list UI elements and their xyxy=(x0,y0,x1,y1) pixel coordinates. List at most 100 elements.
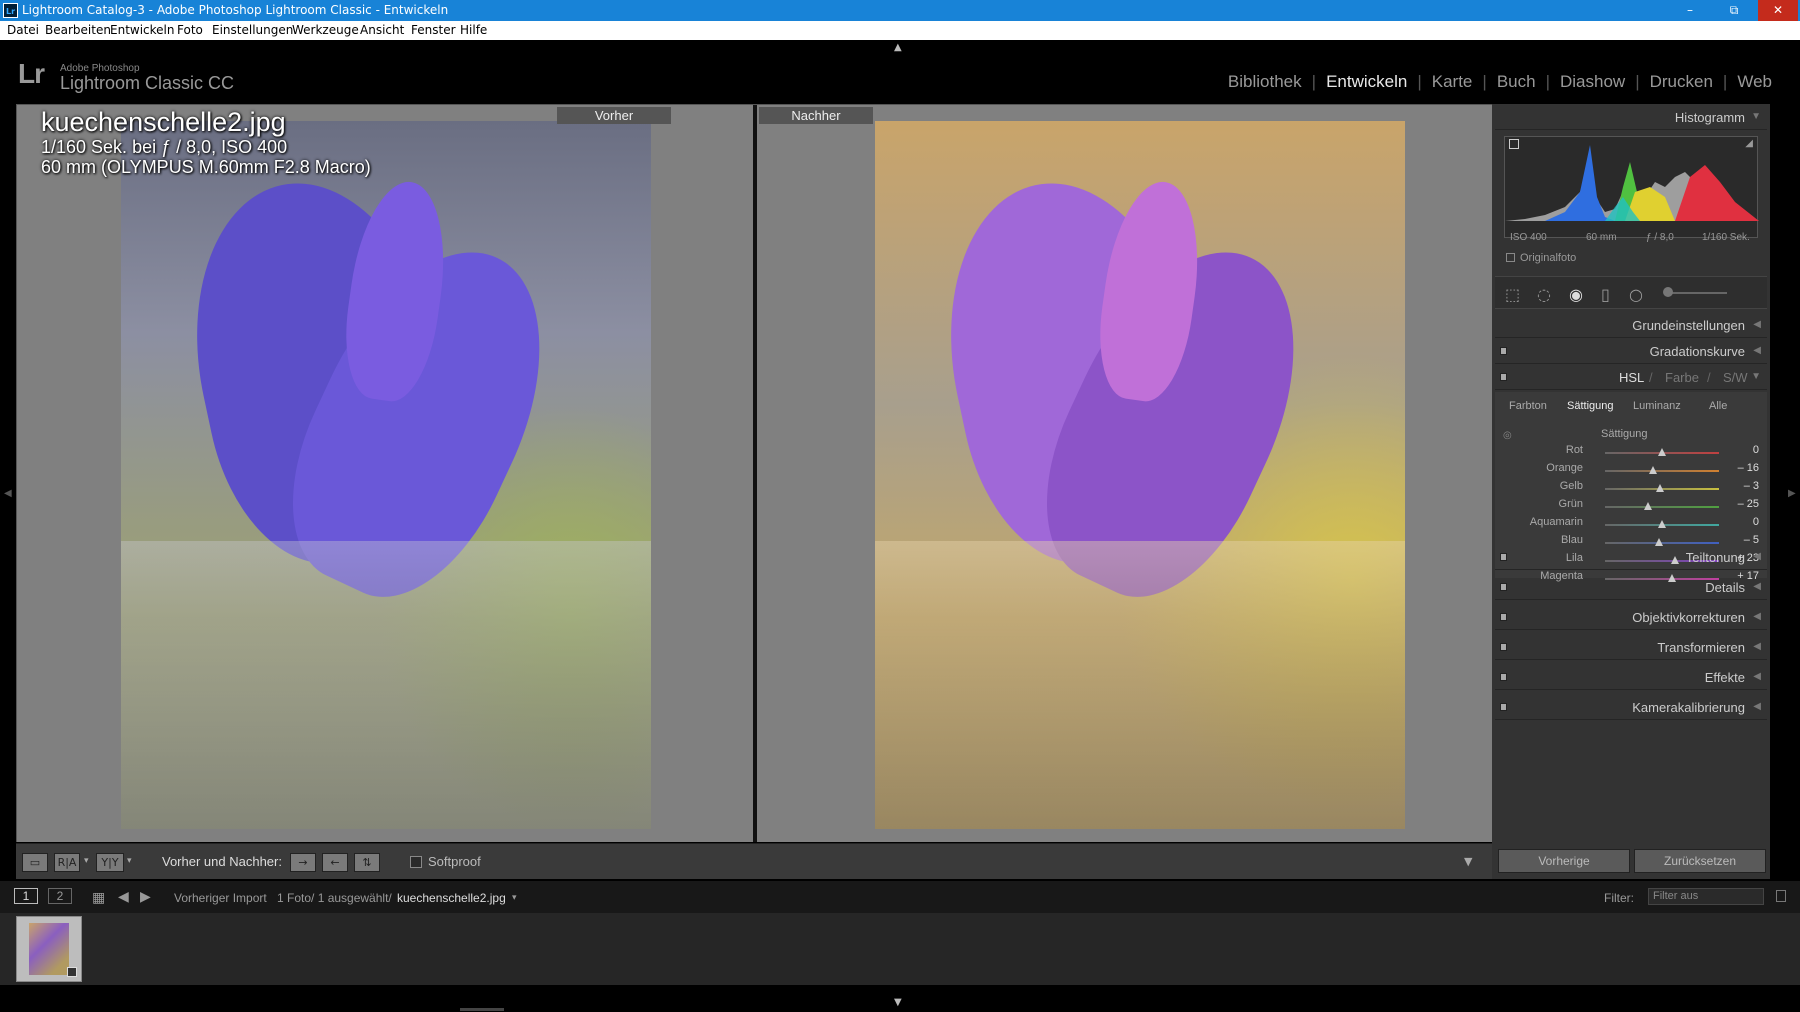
collapse-triangle-icon[interactable]: ▼ xyxy=(1751,371,1761,382)
panel-switch-icon[interactable] xyxy=(1500,673,1507,681)
hsl-sw[interactable]: S/W xyxy=(1723,370,1748,385)
slider-track[interactable] xyxy=(1605,484,1719,492)
slider-track[interactable] xyxy=(1605,502,1719,510)
graduated-filter-icon[interactable]: ▯ xyxy=(1601,285,1610,304)
expand-triangle-icon[interactable]: ◀ xyxy=(1753,345,1761,356)
slider-value[interactable]: – 16 xyxy=(1719,462,1759,474)
menu-werkzeuge[interactable]: Werkzeuge xyxy=(292,23,359,37)
reset-button[interactable]: Zurücksetzen xyxy=(1634,849,1766,873)
slider-value[interactable]: – 3 xyxy=(1719,480,1759,492)
menu-bearbeiten[interactable]: Bearbeiten xyxy=(45,23,111,37)
expand-triangle-icon[interactable]: ◀ xyxy=(1753,671,1761,682)
original-photo-checkbox[interactable] xyxy=(1506,253,1515,262)
expand-triangle-icon[interactable]: ◀ xyxy=(1753,701,1761,712)
filmstrip-source[interactable]: Vorheriger Import xyxy=(174,891,267,905)
section-kamerakalibrierung[interactable]: Kamerakalibrierung ◀ xyxy=(1495,694,1767,720)
expand-triangle-icon[interactable]: ◀ xyxy=(1753,551,1761,562)
original-photo-toggle[interactable]: Originalfoto xyxy=(1506,252,1576,264)
loupe-view-icon[interactable]: ▭ xyxy=(22,853,48,872)
hsl-farbe[interactable]: Farbe xyxy=(1665,370,1699,385)
section-objektivkorrekturen[interactable]: Objektivkorrekturen ◀ xyxy=(1495,604,1767,630)
right-panel-toggle-icon[interactable]: ▶ xyxy=(1788,488,1796,499)
swap-settings-icon[interactable]: ⇅ xyxy=(354,853,380,872)
section-transformieren[interactable]: Transformieren ◀ xyxy=(1495,634,1767,660)
menu-fenster[interactable]: Fenster xyxy=(411,23,456,37)
module-web[interactable]: Web xyxy=(1727,72,1782,92)
before-after-view-icon[interactable]: Y|Y xyxy=(96,853,124,872)
panel-switch-icon[interactable] xyxy=(1500,703,1507,711)
tab-alle[interactable]: Alle xyxy=(1709,400,1727,412)
filter-lock-icon[interactable] xyxy=(1776,890,1786,902)
section-hsl[interactable]: HSL / Farbe / S/W ▼ xyxy=(1495,364,1767,390)
highlight-clipping-icon[interactable]: ◢ xyxy=(1745,139,1753,149)
menu-einstellungen[interactable]: Einstellungen xyxy=(212,23,293,37)
module-entwickeln[interactable]: Entwickeln xyxy=(1316,72,1417,92)
module-diashow[interactable]: Diashow xyxy=(1550,72,1635,92)
histogram-header[interactable]: Histogramm ▼ xyxy=(1495,104,1767,130)
menu-ansicht[interactable]: Ansicht xyxy=(360,23,404,37)
dropdown-arrow-icon[interactable]: ▾ xyxy=(127,856,132,866)
expand-triangle-icon[interactable]: ◀ xyxy=(1753,641,1761,652)
filmstrip-thumbnail[interactable] xyxy=(16,916,82,982)
collapse-top-panel-icon[interactable]: ▲ xyxy=(894,42,902,53)
hsl-title[interactable]: HSL xyxy=(1619,370,1644,385)
filename-dropdown-icon[interactable]: ▾ xyxy=(512,892,517,903)
grid-view-icon[interactable]: ▦ xyxy=(92,889,105,906)
section-grundeinstellungen[interactable]: Grundeinstellungen ◀ xyxy=(1495,312,1767,338)
slider-knob[interactable] xyxy=(1648,466,1657,474)
back-arrow-icon[interactable]: ◀ xyxy=(118,888,129,905)
menu-hilfe[interactable]: Hilfe xyxy=(460,23,487,37)
previous-button[interactable]: Vorherige xyxy=(1498,849,1630,873)
section-gradationskurve[interactable]: Gradationskurve ◀ xyxy=(1495,338,1767,364)
copy-before-to-after-icon[interactable]: → xyxy=(290,853,316,872)
close-button[interactable]: ✕ xyxy=(1758,0,1798,21)
menu-foto[interactable]: Foto xyxy=(177,23,203,37)
minimize-button[interactable]: – xyxy=(1670,0,1710,21)
before-view[interactable]: Vorher kuechenschelle2.jpg 1/160 Sek. be… xyxy=(17,105,753,842)
dropdown-arrow-icon[interactable]: ▾ xyxy=(84,856,89,866)
section-details[interactable]: Details ◀ xyxy=(1495,574,1767,600)
reference-view-icon[interactable]: R|A xyxy=(54,853,80,872)
panel-switch-icon[interactable] xyxy=(1500,553,1507,561)
slider-value[interactable]: 0 xyxy=(1719,516,1759,528)
red-eye-icon[interactable]: ◉ xyxy=(1569,285,1583,304)
slider-track[interactable] xyxy=(1605,448,1719,456)
section-effekte[interactable]: Effekte ◀ xyxy=(1495,664,1767,690)
expand-triangle-icon[interactable]: ◀ xyxy=(1753,581,1761,592)
crop-tool-icon[interactable]: ⬚ xyxy=(1505,285,1520,304)
tab-luminanz[interactable]: Luminanz xyxy=(1633,400,1681,412)
filmstrip-scrollbar[interactable] xyxy=(460,1008,504,1011)
spot-removal-icon[interactable]: ◌ xyxy=(1537,285,1551,304)
module-buch[interactable]: Buch xyxy=(1487,72,1546,92)
panel-switch-icon[interactable] xyxy=(1500,643,1507,651)
expand-triangle-icon[interactable]: ◀ xyxy=(1753,611,1761,622)
slider-value[interactable]: 0 xyxy=(1719,444,1759,456)
menu-entwickeln[interactable]: Entwickeln xyxy=(110,23,174,37)
target-adjustment-icon[interactable]: ◎ xyxy=(1503,430,1512,441)
collapse-filmstrip-icon[interactable]: ▼ xyxy=(894,997,902,1008)
module-drucken[interactable]: Drucken xyxy=(1640,72,1723,92)
menu-datei[interactable]: Datei xyxy=(7,23,39,37)
module-bibliothek[interactable]: Bibliothek xyxy=(1218,72,1312,92)
tab-saettigung[interactable]: Sättigung xyxy=(1567,400,1613,412)
copy-after-to-before-icon[interactable]: ← xyxy=(322,853,348,872)
left-panel-toggle-icon[interactable]: ◀ xyxy=(4,488,12,499)
toolbar-menu-icon[interactable]: ▼ xyxy=(1464,855,1472,868)
softproof-checkbox[interactable] xyxy=(410,856,422,868)
panel-switch-icon[interactable] xyxy=(1500,373,1507,381)
shadow-clipping-icon[interactable] xyxy=(1509,139,1519,149)
slider-knob[interactable] xyxy=(1656,484,1665,492)
radial-filter-icon[interactable]: ○ xyxy=(1629,285,1643,304)
panel-switch-icon[interactable] xyxy=(1500,583,1507,591)
slider-track[interactable] xyxy=(1605,520,1719,528)
slider-value[interactable]: – 25 xyxy=(1719,498,1759,510)
after-view[interactable]: Nachher xyxy=(757,105,1493,842)
panel-switch-icon[interactable] xyxy=(1500,613,1507,621)
brush-slider-track[interactable] xyxy=(1665,292,1727,294)
section-teiltonung[interactable]: Teiltonung ◀ xyxy=(1495,544,1767,570)
collapse-triangle-icon[interactable]: ▼ xyxy=(1751,111,1761,122)
module-karte[interactable]: Karte xyxy=(1422,72,1483,92)
forward-arrow-icon[interactable]: ▶ xyxy=(140,888,151,905)
filter-dropdown[interactable]: Filter aus xyxy=(1648,888,1764,905)
tab-farbton[interactable]: Farbton xyxy=(1509,400,1547,412)
